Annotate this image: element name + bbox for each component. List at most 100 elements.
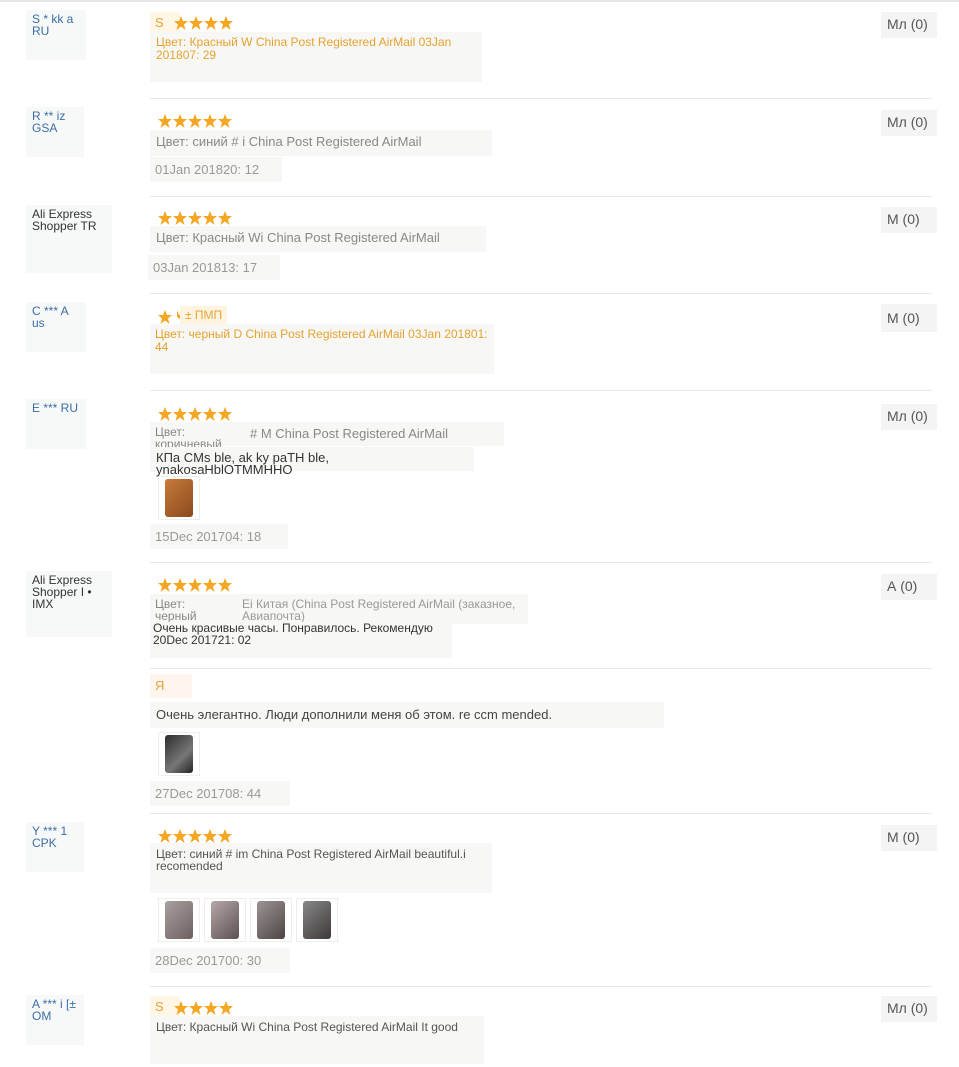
star-icon — [174, 1001, 188, 1015]
star-icon — [174, 16, 188, 30]
reviewer-name[interactable]: Ali Express Shopper I • IMX — [26, 571, 112, 637]
review-photo[interactable] — [158, 898, 200, 942]
star-icon — [158, 407, 172, 421]
review-photo[interactable] — [250, 898, 292, 942]
followup-photo[interactable] — [158, 732, 200, 776]
order-info: Цвет: синий # im China Post Registered A… — [156, 847, 466, 873]
star-icon — [219, 1001, 233, 1015]
review-date: 01Jan 201820: 12 — [150, 157, 282, 182]
star-rating — [174, 1001, 233, 1015]
order-info: Цвет: Красный Wi China Post Registered A… — [156, 230, 440, 245]
review-date: 28Dec 201700: 30 — [150, 948, 290, 973]
review-divider — [150, 986, 932, 987]
like-button[interactable]: Мл (0) — [881, 404, 937, 430]
review-photo[interactable] — [296, 898, 338, 942]
reviewer-name[interactable]: R ** iz GSA — [26, 107, 84, 157]
star-icon — [204, 16, 218, 30]
star-icon — [188, 578, 202, 592]
star-icon — [203, 114, 217, 128]
star-icon — [188, 211, 202, 225]
like-button[interactable]: Мл (0) — [881, 12, 937, 38]
reviewer-name-line: Shopper TR — [32, 219, 97, 233]
order-info: Цвет: Красный W China Post Registered Ai… — [156, 35, 452, 62]
star-rating — [158, 578, 232, 592]
review-divider — [150, 562, 932, 563]
reviewer-name[interactable]: Ali Express Shopper TR — [26, 205, 112, 273]
followup-comment: Очень элегантно. Люди дополнили меня об … — [156, 707, 553, 722]
review-date: 20Dec 201721: 02 — [153, 633, 252, 647]
star-icon — [188, 829, 202, 843]
review-divider — [150, 293, 932, 294]
star-rating — [174, 16, 233, 30]
review-comment: КПа CMs ble, ak ky paTH ble, ynakosaHblO… — [156, 450, 329, 477]
star-icon — [218, 211, 232, 225]
star-icon — [189, 1001, 203, 1015]
photo-thumbnail — [303, 901, 331, 939]
star-icon — [218, 407, 232, 421]
star-icon — [188, 114, 202, 128]
reviewer-name[interactable]: C *** A us — [26, 302, 86, 352]
reviewer-country: us — [32, 316, 45, 330]
reviewer-name[interactable]: Y *** 1 CPK — [26, 822, 84, 872]
order-shipping: # M China Post Registered AirMail — [250, 426, 448, 441]
order-shipping: Ei Китая (China Post Registered AirMail … — [242, 597, 516, 623]
star-icon — [173, 407, 187, 421]
star-icon — [158, 114, 172, 128]
star-icon — [203, 578, 217, 592]
review-photo[interactable] — [204, 898, 246, 942]
like-button[interactable]: М (0) — [881, 825, 937, 851]
like-button[interactable]: М (0) — [881, 304, 937, 332]
reviewer-name-line: IMX — [32, 597, 54, 611]
review-divider — [150, 98, 932, 99]
photo-thumbnail — [211, 901, 239, 939]
review-divider — [150, 390, 932, 391]
order-info: Цвет: Красный Wi China Post Registered A… — [156, 1020, 458, 1034]
review-photo[interactable] — [158, 476, 200, 520]
followup-divider — [150, 668, 932, 669]
like-button[interactable]: А (0) — [881, 574, 937, 600]
star-rating — [158, 829, 232, 843]
order-info: Цвет: черный D China Post Registered Air… — [155, 327, 488, 354]
reviewer-country: OM — [32, 1009, 52, 1023]
reviewer-country: CPK — [32, 836, 57, 850]
photo-thumbnail — [165, 901, 193, 939]
reviewer-name[interactable]: A *** i [± OM — [26, 995, 84, 1045]
star-icon — [218, 829, 232, 843]
review-divider — [150, 813, 932, 814]
star-rating — [158, 211, 232, 225]
followup-date: 27Dec 201708: 44 — [150, 781, 290, 806]
reviewer-name[interactable]: E *** RU — [26, 399, 86, 449]
reviewer-country: GSA — [32, 121, 58, 135]
review-divider — [150, 196, 932, 197]
star-icon — [203, 211, 217, 225]
reviewer-country: RU — [32, 24, 50, 38]
star-icon — [173, 211, 187, 225]
star-icon — [158, 211, 172, 225]
followup-label: Я — [150, 674, 192, 698]
reviewer-name-line: E *** RU — [32, 401, 79, 415]
star-icon — [158, 578, 172, 592]
star-icon — [189, 16, 203, 30]
like-button[interactable]: Мл (0) — [881, 996, 937, 1022]
star-icon — [173, 829, 187, 843]
star-icon — [203, 407, 217, 421]
order-info: Цвет: синий # i China Post Registered Ai… — [156, 134, 422, 149]
top-border — [0, 0, 959, 2]
star-icon — [188, 407, 202, 421]
star-icon — [204, 1001, 218, 1015]
star-icon — [173, 578, 187, 592]
photo-thumbnail — [257, 901, 285, 939]
star-rating — [158, 114, 232, 128]
rating-note: ± ПМП — [180, 306, 228, 324]
star-icon — [219, 16, 233, 30]
star-rating — [158, 407, 232, 421]
photo-thumbnail — [165, 479, 193, 517]
reviewer-name[interactable]: S * kk a RU — [26, 10, 86, 60]
like-button[interactable]: Мл (0) — [881, 110, 937, 136]
like-button[interactable]: М (0) — [881, 207, 937, 233]
photo-thumbnail — [165, 735, 193, 773]
review-date: 15Dec 201704: 18 — [150, 524, 288, 549]
order-color: Цвет: черный — [155, 597, 197, 623]
star-icon — [218, 114, 232, 128]
star-icon — [158, 829, 172, 843]
